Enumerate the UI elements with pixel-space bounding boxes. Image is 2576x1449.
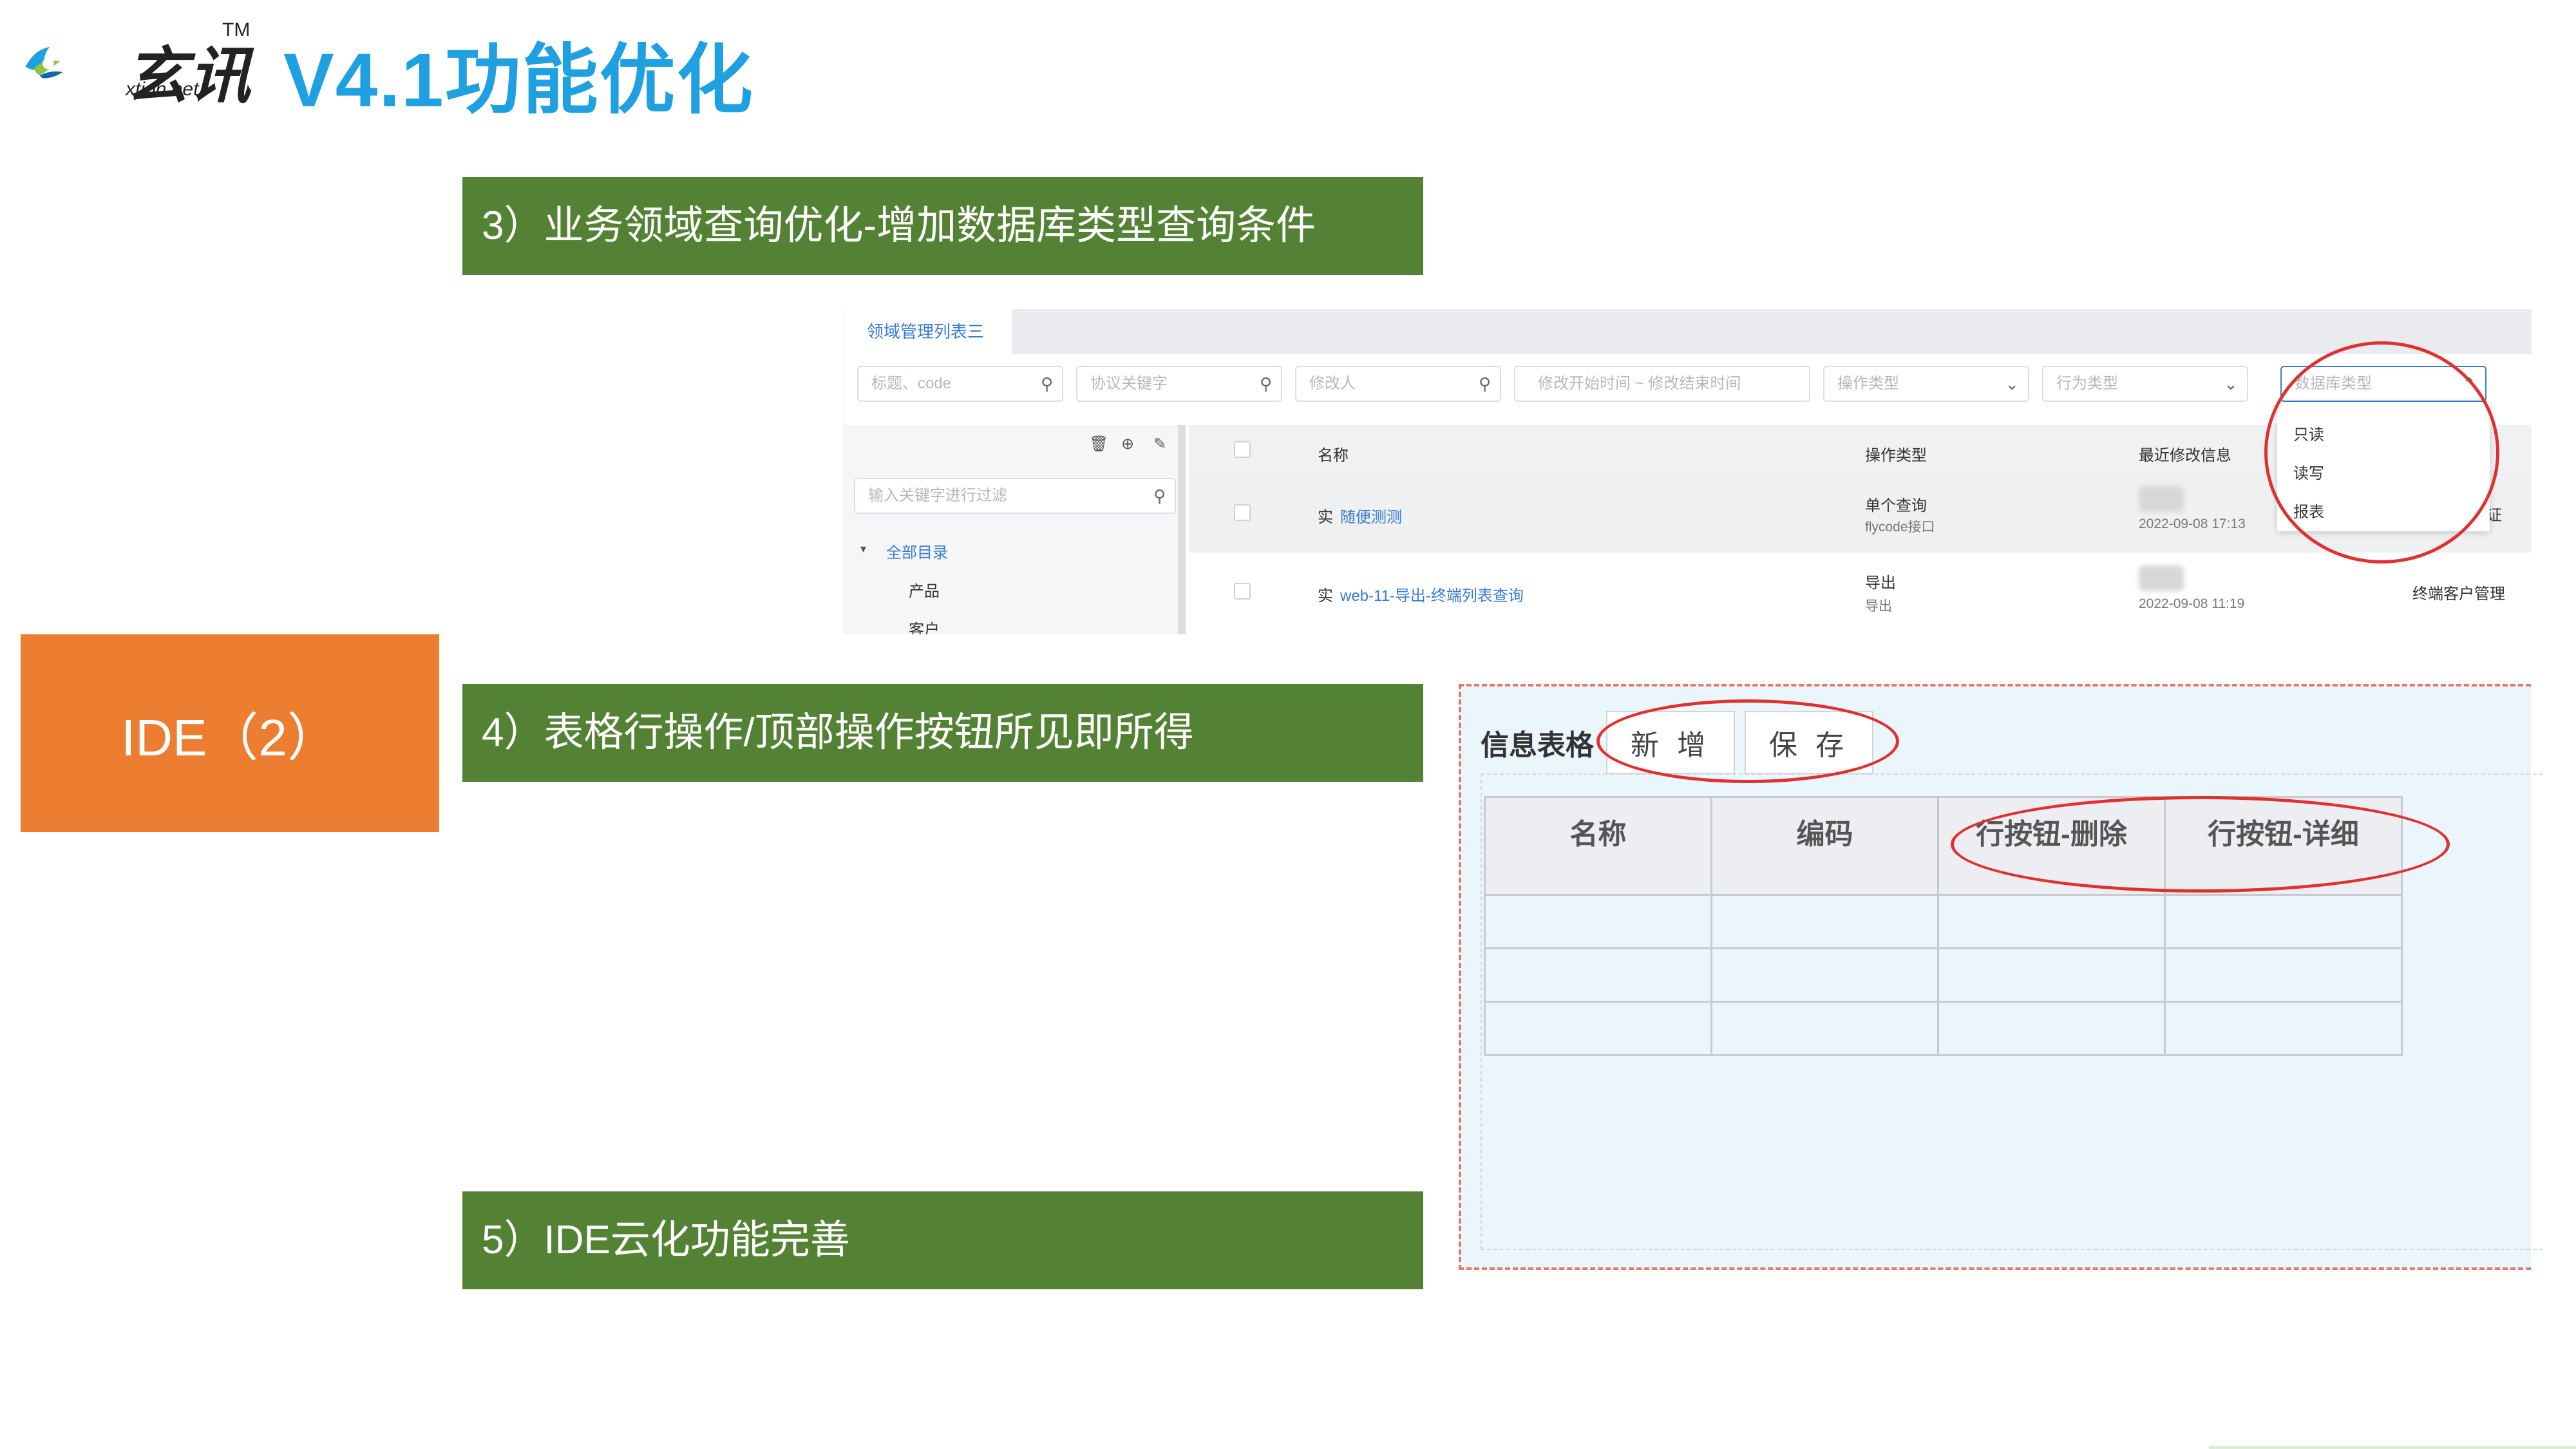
sidebar-search-input[interactable]: 输入关键字进行过滤 ⚲ (854, 478, 1176, 514)
filter-placeholder: 标题、code (871, 375, 952, 392)
filter-placeholder: 修改开始时间 ~ 修改结束时间 (1538, 375, 1741, 392)
col-operation-type: 操作类型 (1865, 447, 1927, 464)
sidebar-scrollbar[interactable] (1178, 425, 1186, 634)
table-cell[interactable] (1710, 1001, 1939, 1056)
highlight-circle (2264, 341, 2499, 564)
filter-placeholder: 行为类型 (2056, 375, 2118, 392)
domain-list-screenshot: 领域管理列表三 标题、code ⚲ 协议关键字 ⚲ 修改人 ⚲ 修改开始时间 ~ 修改… (844, 309, 2532, 634)
row-time: 2022-09-08 11:19 (2139, 596, 2245, 611)
filter-placeholder: 操作类型 (1837, 375, 1899, 392)
col-code: 编码 (1710, 796, 1939, 896)
tree-toggle-icon[interactable]: ▾ (860, 542, 866, 556)
section-label-text: IDE（2） (121, 708, 339, 766)
search-icon: ⚲ (1478, 374, 1491, 393)
table-cell[interactable] (2164, 1001, 2403, 1056)
table-cell[interactable] (1937, 947, 2166, 1003)
table-cell[interactable] (2164, 947, 2403, 1003)
row-time: 2022-09-08 17:13 (2139, 516, 2246, 531)
avatar (2139, 486, 2184, 512)
highlight-circle-row-buttons (1951, 796, 2450, 893)
filter-operation-type[interactable]: 操作类型 ⌄ (1823, 366, 2029, 402)
table-cell[interactable] (1484, 1001, 1712, 1056)
table-cell[interactable] (2164, 894, 2403, 949)
sidebar-search-placeholder: 输入关键字进行过滤 (868, 487, 1007, 504)
row-op-sub: flycode接口 (1865, 520, 1935, 535)
row-name-link[interactable]: web-11-导出-终端列表查询 (1340, 583, 1524, 605)
edit-icon[interactable]: ✎ (1153, 435, 1166, 453)
avatar (2139, 565, 2184, 591)
chevron-down-icon: ⌄ (2005, 374, 2019, 393)
select-all-checkbox[interactable] (1234, 441, 1251, 458)
col-name: 名称 (1484, 796, 1712, 896)
tab-bar (844, 309, 2532, 354)
table-row[interactable] (1484, 1001, 2403, 1056)
tree-item-customer[interactable]: 客户 (909, 617, 940, 634)
banner-5: 5）IDE云化功能完善 (462, 1191, 1423, 1289)
filter-title-code[interactable]: 标题、code ⚲ (857, 366, 1063, 402)
info-table-label: 信息表格 (1481, 730, 1594, 761)
filter-date-range[interactable]: 修改开始时间 ~ 修改结束时间 (1514, 366, 1810, 402)
table-cell[interactable] (1484, 947, 1712, 1003)
filter-protocol-keyword[interactable]: 协议关键字 ⚲ (1076, 366, 1282, 402)
table-row[interactable] (1484, 947, 2403, 1003)
filter-modifier[interactable]: 修改人 ⚲ (1295, 366, 1501, 402)
banner-3: 3）业务领域查询优化-增加数据库类型查询条件 (462, 177, 1423, 275)
chevron-down-icon: ⌄ (2224, 374, 2238, 393)
delete-icon[interactable]: 🗑 (1089, 435, 1108, 453)
row-checkbox[interactable] (1234, 583, 1251, 600)
tab-domain-list[interactable]: 领域管理列表三 (844, 309, 1012, 354)
row-checkbox[interactable] (1234, 504, 1251, 521)
filter-placeholder: 修改人 (1309, 375, 1356, 392)
table-cell[interactable] (1937, 1001, 2166, 1056)
logo-subtitle: xtion.net (126, 79, 199, 100)
info-table-screenshot: 信息表格 新 增 保 存 名称 编码 行按钮-删除 行按钮-详细 (1459, 684, 2543, 1270)
row-op-type: 单个查询 (1865, 497, 1927, 515)
filter-behavior-type[interactable]: 行为类型 ⌄ (2042, 366, 2248, 402)
tree-root[interactable]: 全部目录 (886, 540, 948, 562)
table-cell[interactable] (1710, 947, 1939, 1003)
table-row[interactable] (1484, 894, 2403, 949)
search-icon: ⚲ (1153, 486, 1166, 506)
corner-decoration (2209, 1446, 2576, 1449)
row-prefix: 实 (1318, 509, 1333, 526)
search-icon: ⚲ (1259, 374, 1272, 393)
filter-placeholder: 协议关键字 (1090, 375, 1168, 392)
row-extra: 终端客户管理 (2412, 585, 2505, 603)
row-op-sub: 导出 (1865, 599, 1892, 614)
sidebar (844, 425, 1179, 634)
section-label: IDE（2） (21, 634, 439, 832)
search-icon: ⚲ (1040, 374, 1053, 393)
highlight-circle-buttons (1596, 699, 1899, 783)
row-prefix: 实 (1318, 587, 1333, 605)
page-title: V4.1功能优化 (283, 38, 754, 123)
logo-trademark: TM (222, 19, 251, 41)
banner-4: 4）表格行操作/顶部操作按钮所见即所得 (462, 684, 1423, 782)
table-cell[interactable] (1484, 894, 1712, 949)
row-name-link[interactable]: 随便测测 (1340, 504, 1402, 527)
row-op-type: 导出 (1865, 574, 1896, 592)
tree-item-product[interactable]: 产品 (909, 578, 940, 601)
xtion-logo-icon (25, 46, 63, 79)
col-last-modified: 最近修改信息 (2139, 447, 2231, 464)
table-cell[interactable] (1937, 894, 2166, 949)
add-icon[interactable]: ⊕ (1121, 435, 1134, 453)
col-name: 名称 (1318, 447, 1349, 464)
table-cell[interactable] (1710, 894, 1939, 949)
